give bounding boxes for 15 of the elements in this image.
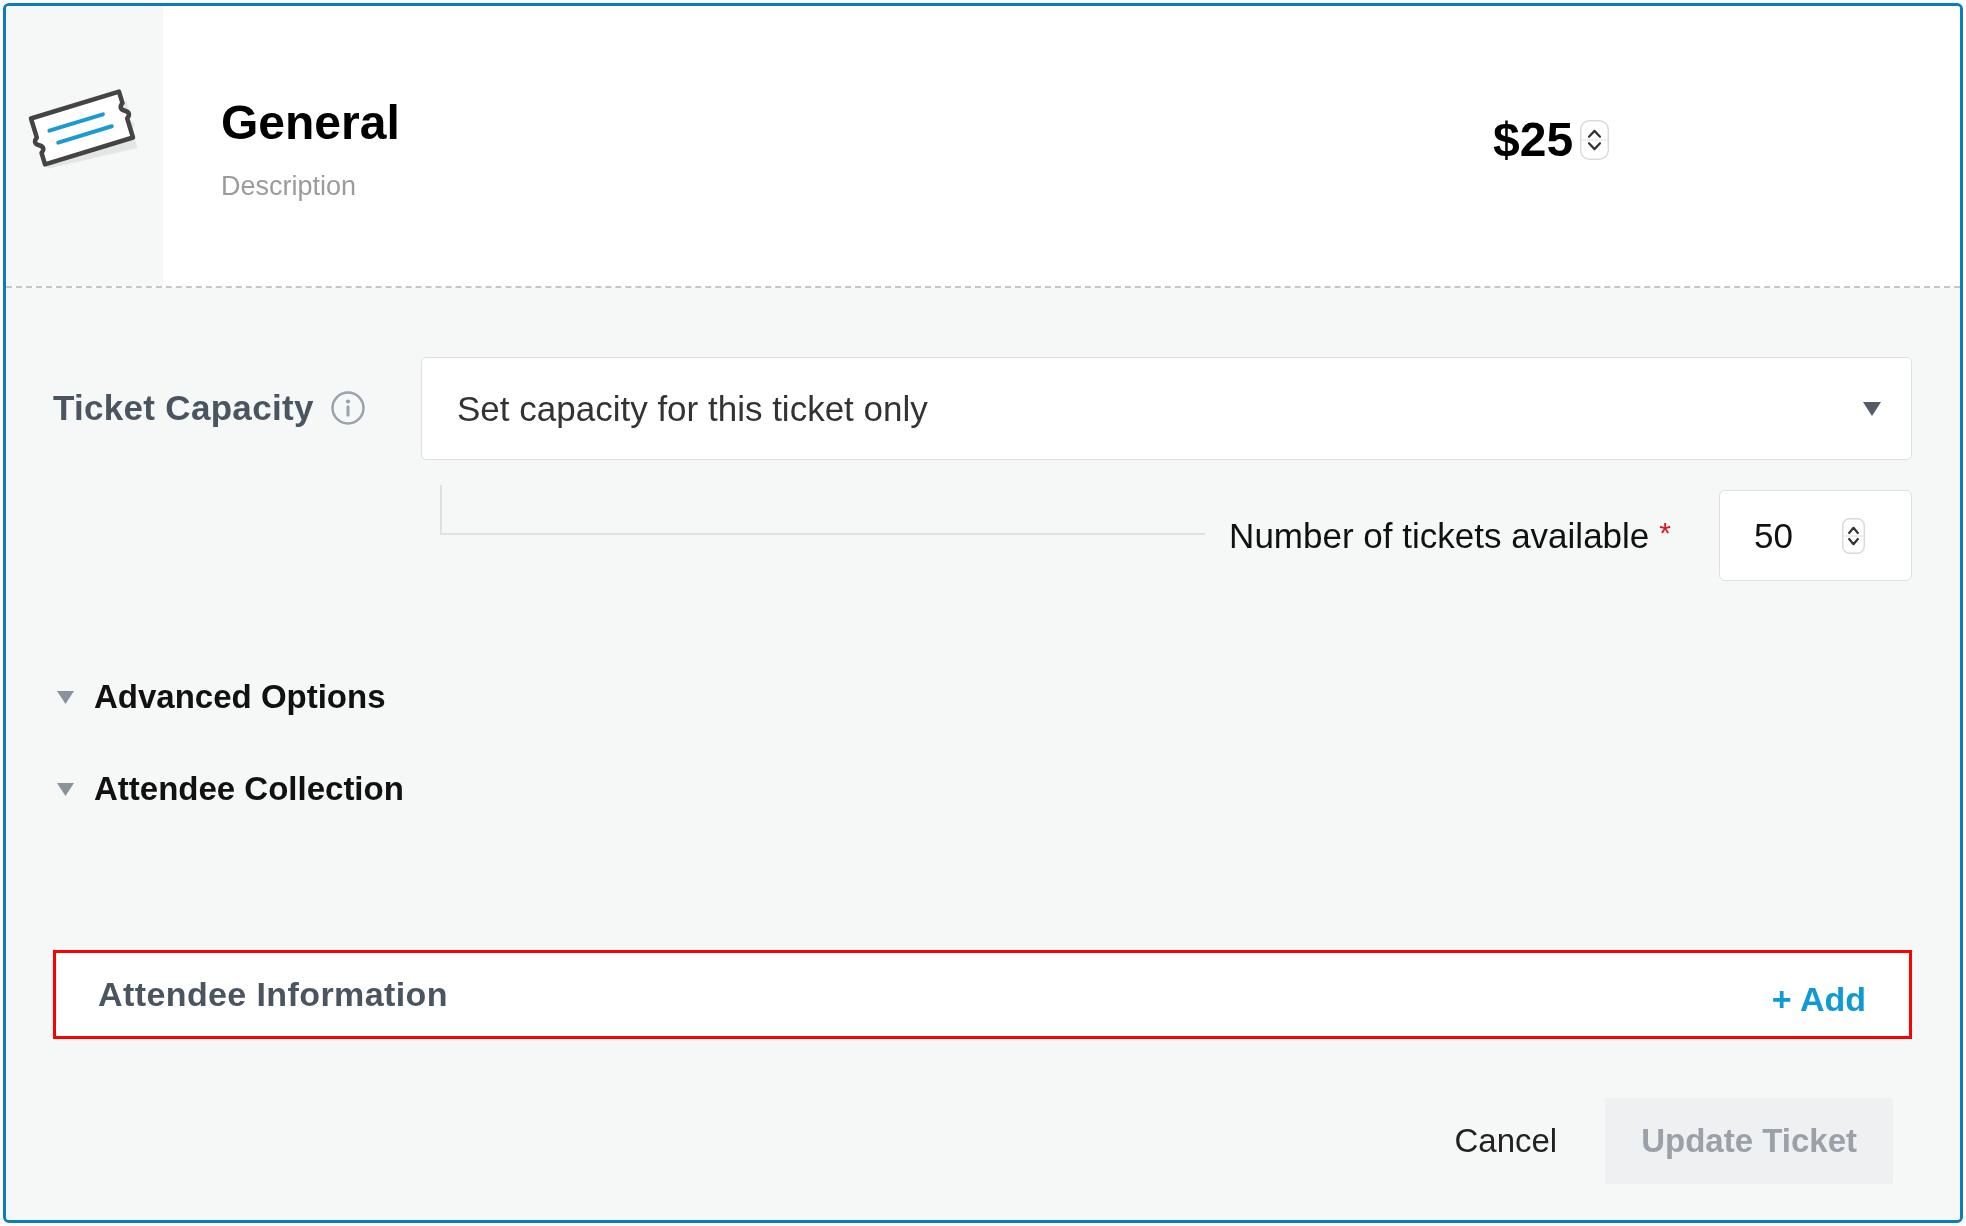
required-mark: * (1659, 516, 1671, 550)
ticket-description: Description (221, 171, 357, 202)
ticket-name: General (221, 95, 400, 150)
cancel-button[interactable]: Cancel (1454, 1122, 1558, 1160)
attendee-information-label: Attendee Information (98, 975, 448, 1014)
caret-icon (1863, 401, 1881, 416)
section-toggle[interactable]: Attendee Collection (53, 770, 404, 808)
capacity-select[interactable]: Set capacity for this ticket only (421, 357, 1912, 460)
tickets-available-label: Number of tickets available (1229, 515, 1650, 556)
stepper-icon[interactable] (1842, 517, 1865, 554)
stepper-icon[interactable] (1580, 119, 1610, 160)
price-input[interactable]: $25 (1493, 112, 1610, 167)
quantity-input[interactable]: 50 (1719, 490, 1912, 581)
section-toggle[interactable]: Advanced Options (53, 678, 386, 716)
capacity-label: Ticket Capacity (53, 388, 314, 428)
